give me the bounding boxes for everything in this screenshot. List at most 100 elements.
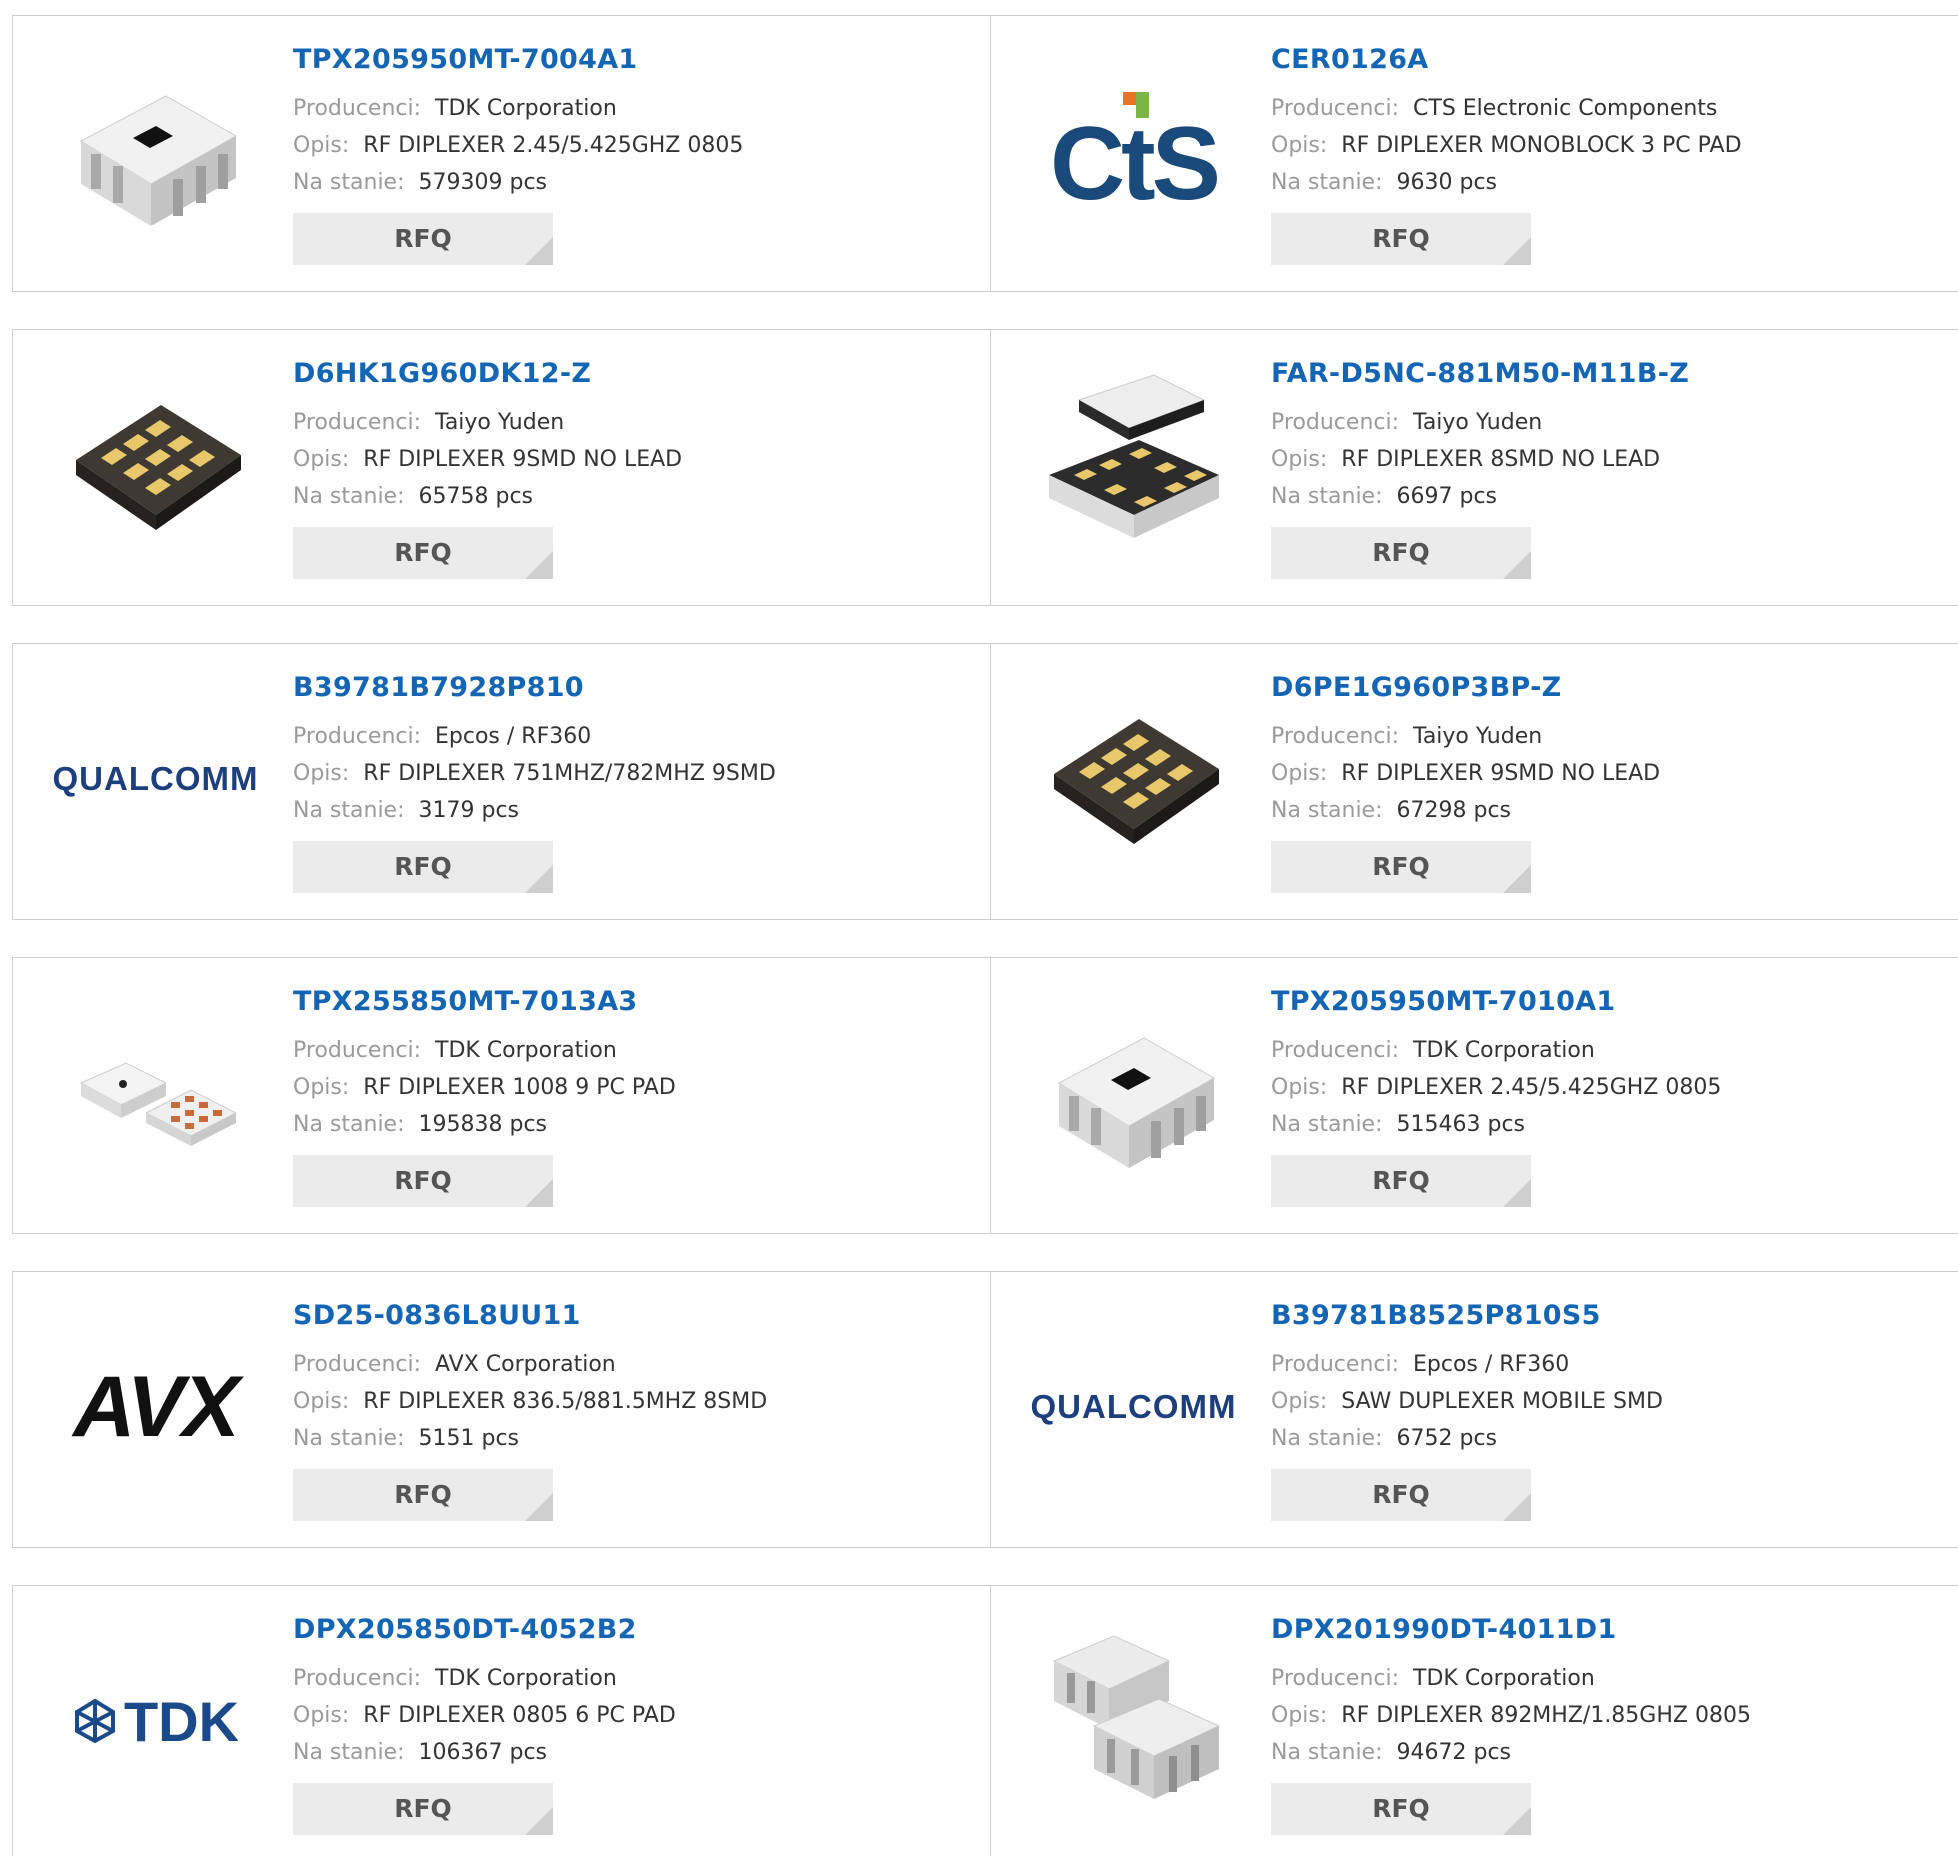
part-number-link[interactable]: TPX205950MT-7010A1 [1271, 986, 1721, 1018]
product-card: TDK DPX205850DT-4052B2 Producenci: TDK Co… [12, 1586, 991, 1856]
manufacturer-label: Producenci: [293, 410, 422, 435]
part-number-link[interactable]: DPX201990DT-4011D1 [1271, 1614, 1751, 1646]
rfq-button[interactable]: RFQ [1271, 527, 1531, 579]
stock-value: 3179 pcs [418, 798, 520, 823]
qualcomm-logo: QUALCOMM [52, 760, 259, 797]
product-info: D6PE1G960P3BP-Z Producenci: Taiyo Yuden O… [1271, 672, 1660, 893]
stock-label: Na stanie: [293, 1740, 405, 1765]
stock-value: 65758 pcs [418, 484, 534, 509]
chip-double-photo [1052, 1635, 1220, 1799]
part-number-link[interactable]: TPX205950MT-7004A1 [293, 44, 743, 76]
part-number-link[interactable]: CER0126A [1271, 44, 1742, 76]
product-card: D6HK1G960DK12-Z Producenci: Taiyo Yuden O… [12, 330, 991, 605]
rfq-button[interactable]: RFQ [1271, 1783, 1531, 1835]
manufacturer-label: Producenci: [293, 1666, 422, 1691]
rfq-button[interactable]: RFQ [293, 1155, 553, 1207]
manufacturer-line: Producenci: TDK Corporation [293, 1032, 676, 1069]
product-card: AVX SD25-0836L8UU11 Producenci: AVX Corpo… [12, 1272, 991, 1547]
rfq-button[interactable]: RFQ [293, 1783, 553, 1835]
product-thumbnail[interactable] [53, 988, 258, 1198]
stock-line: Na stanie: 67298 pcs [1271, 792, 1660, 829]
rfq-label: RFQ [1372, 852, 1430, 881]
stock-value: 9630 pcs [1396, 170, 1498, 195]
product-grid: TPX205950MT-7004A1 Producenci: TDK Corpor… [12, 15, 1958, 1856]
manufacturer-line: Producenci: Epcos / RF360 [1271, 1346, 1663, 1383]
manufacturer-line: Producenci: Taiyo Yuden [293, 404, 682, 441]
rfq-label: RFQ [1372, 538, 1430, 567]
manufacturer-line: Producenci: TDK Corporation [1271, 1032, 1721, 1069]
rfq-button[interactable]: RFQ [293, 527, 553, 579]
stock-line: Na stanie: 515463 pcs [1271, 1106, 1721, 1143]
description-value: RF DIPLEXER 892MHZ/1.85GHZ 0805 [1341, 1703, 1751, 1728]
stock-line: Na stanie: 94672 pcs [1271, 1734, 1751, 1771]
product-thumbnail[interactable]: QUALCOMM [1031, 1302, 1236, 1512]
description-label: Opis: [1271, 133, 1328, 158]
part-number-link[interactable]: SD25-0836L8UU11 [293, 1300, 767, 1332]
rfq-button[interactable]: RFQ [1271, 1155, 1531, 1207]
product-thumbnail[interactable]: CtS [1031, 46, 1236, 256]
product-row: AVX SD25-0836L8UU11 Producenci: AVX Corpo… [12, 1271, 1958, 1548]
product-info: FAR-D5NC-881M50-M11B-Z Producenci: Taiyo … [1271, 358, 1689, 579]
product-info: TPX205950MT-7010A1 Producenci: TDK Corpor… [1271, 986, 1721, 1207]
manufacturer-line: Producenci: CTS Electronic Components [1271, 90, 1742, 127]
rfq-button[interactable]: RFQ [293, 213, 553, 265]
part-number-link[interactable]: B39781B7928P810 [293, 672, 776, 704]
product-card: D6PE1G960P3BP-Z Producenci: Taiyo Yuden O… [991, 644, 1958, 919]
description-line: Opis: RF DIPLEXER 8SMD NO LEAD [1271, 441, 1689, 478]
part-number-link[interactable]: TPX255850MT-7013A3 [293, 986, 676, 1018]
manufacturer-label: Producenci: [1271, 96, 1400, 121]
product-thumbnail[interactable] [1031, 988, 1236, 1198]
part-number-link[interactable]: B39781B8525P810S5 [1271, 1300, 1663, 1332]
rfq-button[interactable]: RFQ [1271, 213, 1531, 265]
part-number-link[interactable]: DPX205850DT-4052B2 [293, 1614, 676, 1646]
manufacturer-line: Producenci: AVX Corporation [293, 1346, 767, 1383]
product-thumbnail[interactable]: QUALCOMM [53, 674, 258, 884]
rfq-label: RFQ [394, 1794, 452, 1823]
product-info: DPX205850DT-4052B2 Producenci: TDK Corpor… [293, 1614, 676, 1835]
stock-value: 579309 pcs [418, 170, 548, 195]
stock-value: 67298 pcs [1396, 798, 1512, 823]
product-info: D6HK1G960DK12-Z Producenci: Taiyo Yuden O… [293, 358, 682, 579]
description-label: Opis: [293, 133, 350, 158]
manufacturer-value: TDK Corporation [435, 1038, 617, 1063]
description-value: RF DIPLEXER 2.45/5.425GHZ 0805 [363, 133, 744, 158]
product-row: TPX255850MT-7013A3 Producenci: TDK Corpor… [12, 957, 1958, 1234]
part-number-link[interactable]: D6PE1G960P3BP-Z [1271, 672, 1660, 704]
part-number-link[interactable]: FAR-D5NC-881M50-M11B-Z [1271, 358, 1689, 390]
rfq-button[interactable]: RFQ [293, 841, 553, 893]
product-thumbnail[interactable] [1031, 674, 1236, 884]
product-thumbnail[interactable]: AVX [53, 1302, 258, 1512]
rfq-button[interactable]: RFQ [1271, 1469, 1531, 1521]
product-thumbnail[interactable] [53, 360, 258, 570]
rfq-label: RFQ [1372, 1480, 1430, 1509]
rfq-corner-decoration [525, 1493, 553, 1521]
description-label: Opis: [293, 1389, 350, 1414]
product-thumbnail[interactable]: TDK [53, 1616, 258, 1826]
stock-label: Na stanie: [1271, 1740, 1383, 1765]
product-info: SD25-0836L8UU11 Producenci: AVX Corporati… [293, 1300, 767, 1521]
product-thumbnail[interactable] [1031, 1616, 1236, 1826]
chip-smd-photo [1057, 1037, 1215, 1168]
product-info: DPX201990DT-4011D1 Producenci: TDK Corpor… [1271, 1614, 1751, 1835]
description-label: Opis: [1271, 1075, 1328, 1100]
manufacturer-line: Producenci: Epcos / RF360 [293, 718, 776, 755]
stock-line: Na stanie: 6697 pcs [1271, 478, 1689, 515]
stock-line: Na stanie: 3179 pcs [293, 792, 776, 829]
rfq-corner-decoration [525, 1807, 553, 1835]
description-label: Opis: [1271, 761, 1328, 786]
part-number-link[interactable]: D6HK1G960DK12-Z [293, 358, 682, 390]
rfq-corner-decoration [1503, 865, 1531, 893]
description-label: Opis: [293, 447, 350, 472]
rfq-button[interactable]: RFQ [293, 1469, 553, 1521]
cts-logo: CtS [1031, 86, 1236, 216]
rfq-button[interactable]: RFQ [1271, 841, 1531, 893]
description-label: Opis: [1271, 447, 1328, 472]
description-label: Opis: [1271, 1703, 1328, 1728]
description-line: Opis: RF DIPLEXER 2.45/5.425GHZ 0805 [1271, 1069, 1721, 1106]
product-thumbnail[interactable] [1031, 360, 1236, 570]
description-value: RF DIPLEXER 9SMD NO LEAD [363, 447, 683, 472]
chip-pads-photo [1053, 719, 1219, 844]
rfq-label: RFQ [394, 1166, 452, 1195]
stock-label: Na stanie: [293, 798, 405, 823]
product-thumbnail[interactable] [53, 46, 258, 256]
